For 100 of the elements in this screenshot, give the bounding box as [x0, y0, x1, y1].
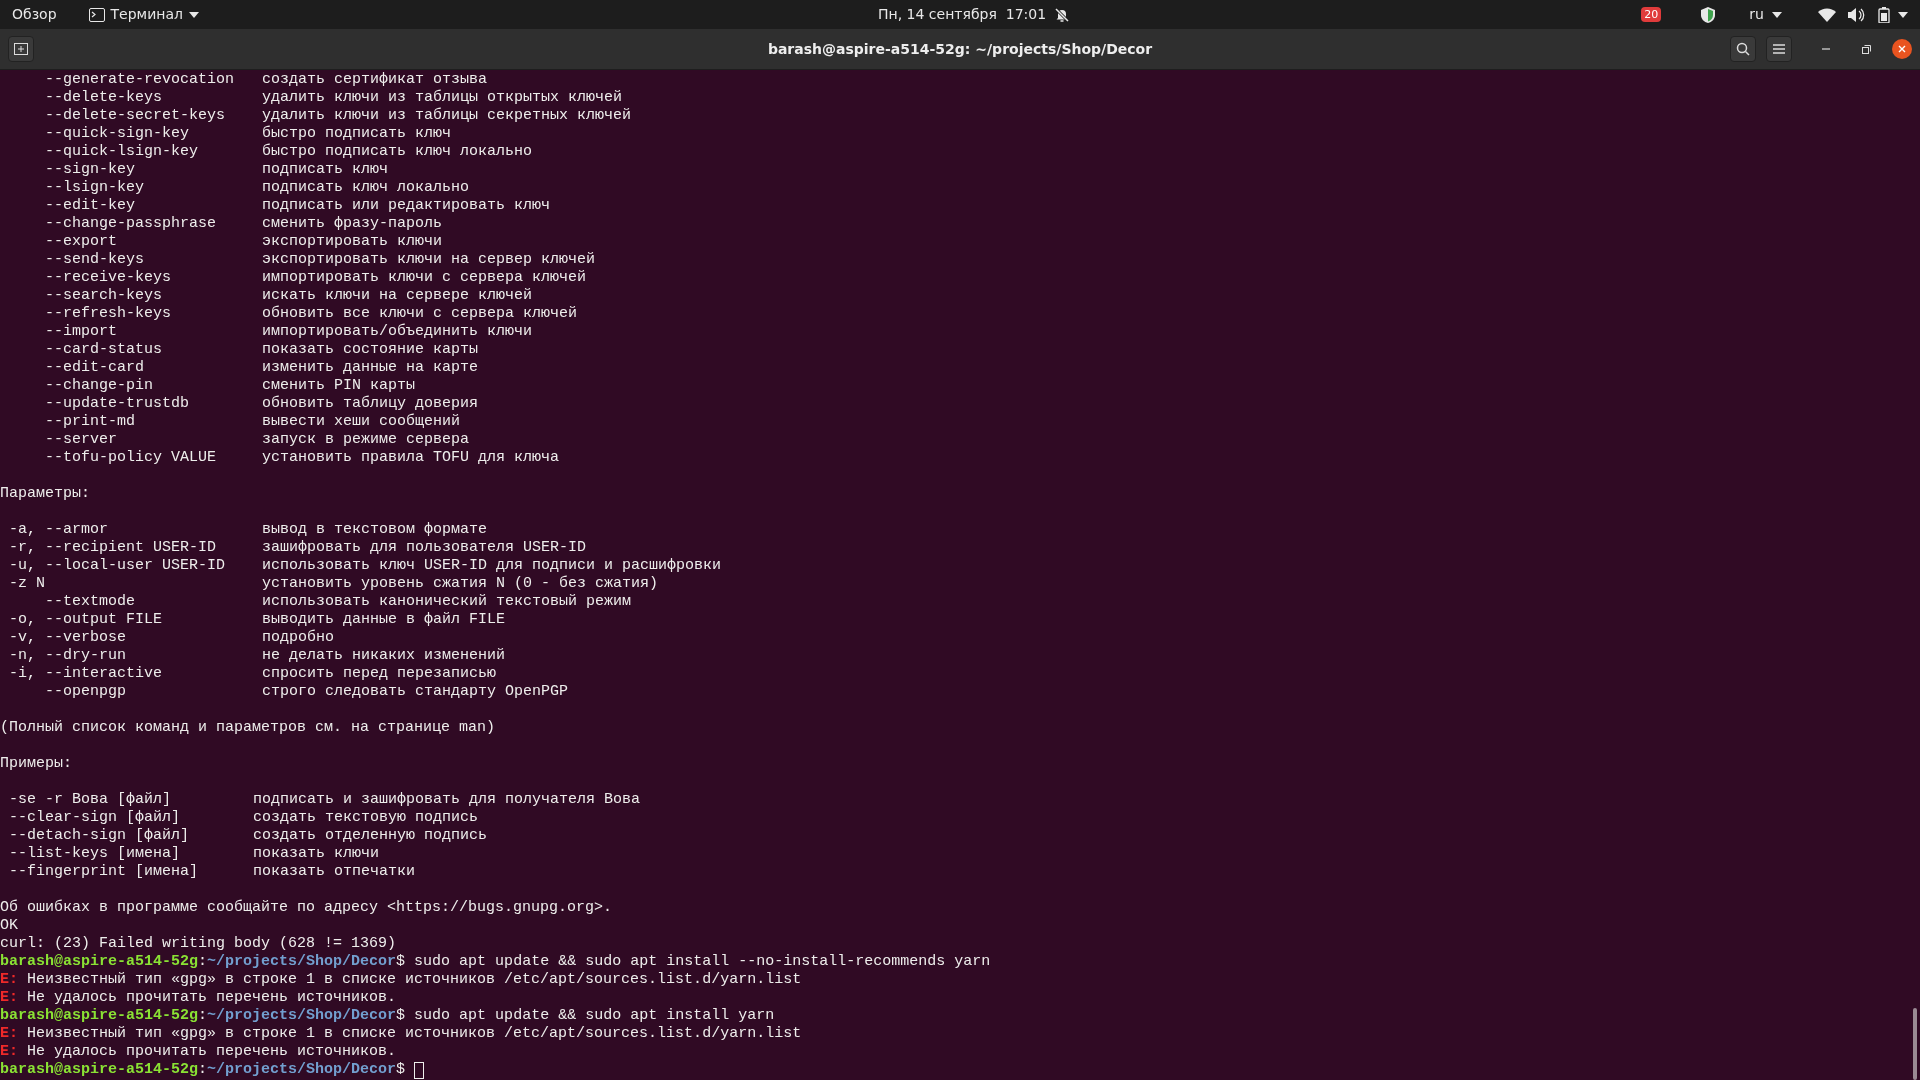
option-name: --delete-secret-keys — [45, 107, 226, 124]
option-name: --textmode — [45, 593, 135, 610]
output-line: Примеры: — [0, 755, 72, 773]
option-name: --delete-keys — [45, 89, 163, 106]
option-description: вывод в текстовом формате — [262, 521, 488, 539]
option-description: быстро подписать ключ — [262, 125, 452, 143]
wifi-icon[interactable] — [1818, 7, 1836, 22]
notification-badge[interactable]: 20 — [1641, 7, 1662, 22]
option-name: --quick-sign-key — [45, 125, 190, 142]
option-name: --generate-revocation — [45, 71, 235, 88]
option-description: сменить PIN карты — [262, 377, 416, 395]
option-name: --openpgp — [45, 683, 126, 700]
option-description: экспортировать ключи на сервер ключей — [262, 251, 596, 269]
option-name: --print-md — [45, 413, 135, 430]
option-name: --send-keys — [45, 251, 145, 268]
example-command: -se -r Вова [файл] — [9, 791, 172, 808]
prompt-path: ~/projects/Shop/Decor — [207, 1061, 397, 1079]
example-description: создать текстовую подпись — [253, 809, 479, 827]
app-menu[interactable]: Терминал — [88, 4, 199, 25]
option-name: -r, --recipient USER-ID — [9, 539, 217, 556]
language-menu[interactable]: ru — [1749, 4, 1782, 25]
error-tag: E: — [0, 989, 18, 1007]
error-message: Неизвестный тип «gpg» в строке 1 в списке источников /etc/apt/sources.list.d/yarn.list — [27, 1025, 802, 1043]
option-name: --refresh-keys — [45, 305, 172, 322]
caret-icon[interactable] — [1898, 11, 1908, 18]
prompt-user: barash@aspire-a514-52g — [0, 1061, 199, 1079]
new-tab-icon — [14, 43, 28, 55]
option-name: --card-status — [45, 341, 163, 358]
menu-button[interactable] — [1766, 36, 1792, 62]
option-description: искать ключи на сервере ключей — [262, 287, 533, 305]
example-command: --detach-sign [файл] — [9, 827, 190, 844]
scrollbar[interactable] — [1913, 1008, 1917, 1080]
option-name: --edit-card — [45, 359, 145, 376]
option-description: сменить фразу-пароль — [262, 215, 443, 233]
option-description: обновить все ключи с сервера ключей — [262, 305, 578, 323]
example-command: --list-keys [имена] — [9, 845, 181, 862]
option-name: --sign-key — [45, 161, 135, 178]
maximize-icon — [1861, 44, 1871, 54]
output-line: OK — [0, 917, 18, 935]
option-description: выводить данные в файл FILE — [262, 611, 506, 629]
option-name: --lsign-key — [45, 179, 145, 196]
option-description: строго следовать стандарту OpenPGP — [262, 683, 569, 701]
option-name: -o, --output FILE — [9, 611, 163, 628]
option-description: экспортировать ключи — [262, 233, 443, 251]
option-description: подписать ключ локально — [262, 179, 470, 197]
menu-icon — [1773, 44, 1785, 54]
prompt-symbol: $ — [396, 953, 406, 971]
output-line: Параметры: — [0, 485, 90, 503]
output-line: curl: (23) Failed writing body (628 != 1369) — [0, 935, 397, 953]
terminal-icon — [88, 7, 105, 22]
command-text: sudo apt update && sudo apt install yarn — [414, 1007, 775, 1025]
output-line: Об ошибках в программе сообщайте по адресу <https://bugs.gnupg.org>. — [0, 899, 613, 917]
example-command: --clear-sign [файл] — [9, 809, 181, 826]
output-line: (Полный список команд и параметров см. на странице man) — [0, 719, 496, 737]
option-description: создать сертификат отзыва — [262, 71, 488, 89]
prompt-symbol: $ — [396, 1061, 406, 1079]
option-name: --tofu-policy VALUE — [45, 449, 217, 466]
option-name: --quick-lsign-key — [45, 143, 199, 160]
clock[interactable]: Пн, 14 сентября 17:01 — [878, 4, 1047, 25]
error-tag: E: — [0, 1025, 18, 1043]
option-name: --change-passphrase — [45, 215, 217, 232]
option-description: подробно — [262, 629, 334, 647]
option-description: установить правила TOFU для ключа — [262, 449, 560, 467]
example-description: подписать и зашифровать для получателя Вова — [253, 791, 641, 809]
option-description: подписать ключ — [262, 161, 389, 179]
option-name: --server — [45, 431, 117, 448]
error-tag: E: — [0, 971, 18, 989]
shield-icon[interactable] — [1701, 6, 1716, 23]
option-description: спросить перед перезаписью — [262, 665, 497, 683]
prompt-user: barash@aspire-a514-52g — [0, 1007, 199, 1025]
new-tab-button[interactable] — [8, 36, 34, 62]
example-command: --fingerprint [имена] — [9, 863, 199, 880]
prompt-path: ~/projects/Shop/Decor — [207, 1007, 397, 1025]
option-description: импортировать/объединить ключи — [262, 323, 533, 341]
caret-icon — [1772, 11, 1782, 18]
close-icon — [1898, 45, 1906, 53]
minimize-icon — [1822, 48, 1830, 50]
error-message: Не удалось прочитать перечень источников. — [27, 989, 397, 1007]
example-description: показать ключи — [253, 845, 380, 863]
option-description: использовать ключ USER-ID для подписи и расшифровки — [262, 557, 722, 575]
option-name: --receive-keys — [45, 269, 172, 286]
close-button[interactable] — [1892, 39, 1912, 59]
error-message: Не удалось прочитать перечень источников. — [27, 1043, 397, 1061]
option-name: --edit-key — [45, 197, 135, 214]
search-button[interactable] — [1730, 36, 1756, 62]
caret-icon — [188, 11, 199, 18]
option-description: подписать или редактировать ключ — [262, 197, 551, 215]
option-name: --export — [45, 233, 117, 250]
option-name: -u, --local-user USER-ID — [9, 557, 226, 574]
option-description: вывести хеши сообщений — [262, 413, 461, 431]
option-name: -i, --interactive — [9, 665, 163, 682]
bell-off-icon — [1054, 6, 1071, 23]
option-name: -a, --armor — [9, 521, 109, 538]
battery-icon[interactable] — [1878, 6, 1890, 23]
option-name: --import — [45, 323, 117, 340]
option-name: --change-pin — [45, 377, 154, 394]
volume-icon[interactable] — [1848, 7, 1866, 22]
option-description: не делать никаких изменений — [262, 647, 506, 665]
command-text: sudo apt update && sudo apt install --no-install-recommends yarn — [414, 953, 991, 971]
activities-button[interactable]: Обзор — [12, 4, 57, 25]
